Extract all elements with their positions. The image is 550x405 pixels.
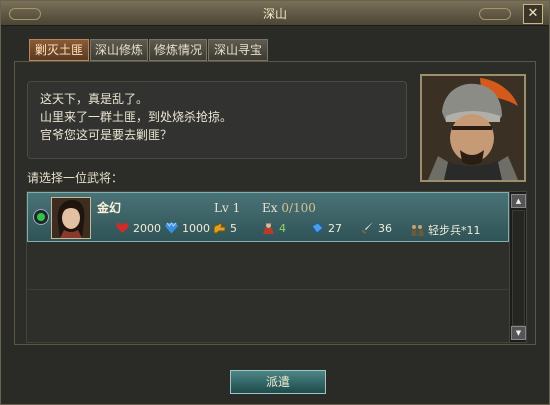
- empty-row: [27, 290, 509, 341]
- scroll-down-arrow-icon[interactable]: ▼: [511, 326, 526, 340]
- hp-value: 2000: [133, 222, 161, 235]
- npc-dialog: 这天下，真是乱了。 山里来了一群土匪，到处烧杀抢掠。 官爷您这可是要去剿匪？: [27, 81, 407, 159]
- list-scrollbar[interactable]: ▲ ▼: [509, 191, 527, 343]
- npc-portrait: [420, 74, 526, 182]
- strength-stat: 5: [213, 222, 237, 238]
- window-title: 深山: [262, 7, 287, 21]
- hp-stat: 2000: [116, 222, 161, 238]
- scrollbar-track[interactable]: [512, 210, 525, 326]
- agility-stat: 36: [361, 222, 392, 238]
- general-list: 金幻 Lv 1 Ex 0/100 2000 1000 5 4 27 36 轻步兵: [26, 191, 510, 343]
- general-level: Lv 1: [214, 201, 241, 215]
- select-general-prompt: 请选择一位武将：: [27, 171, 124, 185]
- sword-icon: [361, 222, 374, 234]
- troops-stat: 轻步兵*11: [411, 222, 481, 238]
- scroll-up-arrow-icon[interactable]: ▲: [511, 194, 526, 208]
- general-experience: Ex 0/100: [262, 201, 316, 215]
- heart-icon: [116, 222, 129, 234]
- title-bar[interactable]: 深山 ✕: [1, 1, 549, 26]
- select-radio[interactable]: [33, 209, 49, 225]
- gem-icon: [165, 222, 178, 234]
- tab-treasure[interactable]: 深山寻宝: [208, 39, 268, 61]
- dispatch-button[interactable]: 派遣: [230, 370, 326, 394]
- defense-value: 27: [328, 222, 342, 235]
- troops-icon: [411, 224, 424, 236]
- tab-training-status[interactable]: 修炼情况: [149, 39, 207, 61]
- tab-bandits[interactable]: 剿灭土匪: [29, 39, 89, 61]
- general-name: 金幻: [97, 201, 122, 215]
- book-icon: [311, 222, 324, 234]
- dialog-line-2: 山里来了一群土匪，到处烧杀抢掠。: [40, 110, 233, 124]
- command-value: 4: [279, 222, 286, 235]
- soldier-icon: [262, 222, 275, 234]
- general-row[interactable]: 金幻 Lv 1 Ex 0/100 2000 1000 5 4 27 36 轻步兵: [27, 192, 509, 242]
- tab-training[interactable]: 深山修炼: [90, 39, 148, 61]
- mp-stat: 1000: [165, 222, 210, 238]
- arm-icon: [213, 222, 226, 234]
- troops-value: 轻步兵*11: [428, 224, 481, 237]
- empty-row: [27, 241, 509, 290]
- mp-value: 1000: [182, 222, 210, 235]
- dialog-line-3: 官爷您这可是要去剿匪？: [40, 128, 173, 142]
- right-ornament-icon: [479, 8, 511, 20]
- strength-value: 5: [230, 222, 237, 235]
- experience-label: Ex: [262, 201, 278, 215]
- agility-value: 36: [378, 222, 392, 235]
- defense-stat: 27: [311, 222, 342, 238]
- general-avatar: [51, 197, 91, 239]
- command-stat: 4: [262, 222, 286, 238]
- mountain-window: 深山 ✕ 剿灭土匪 深山修炼 修炼情况 深山寻宝 这天下，真是乱了。 山里来了一…: [0, 0, 550, 405]
- experience-value: 0/100: [281, 201, 316, 215]
- dialog-line-1: 这天下，真是乱了。: [40, 92, 149, 106]
- close-button[interactable]: ✕: [523, 4, 543, 24]
